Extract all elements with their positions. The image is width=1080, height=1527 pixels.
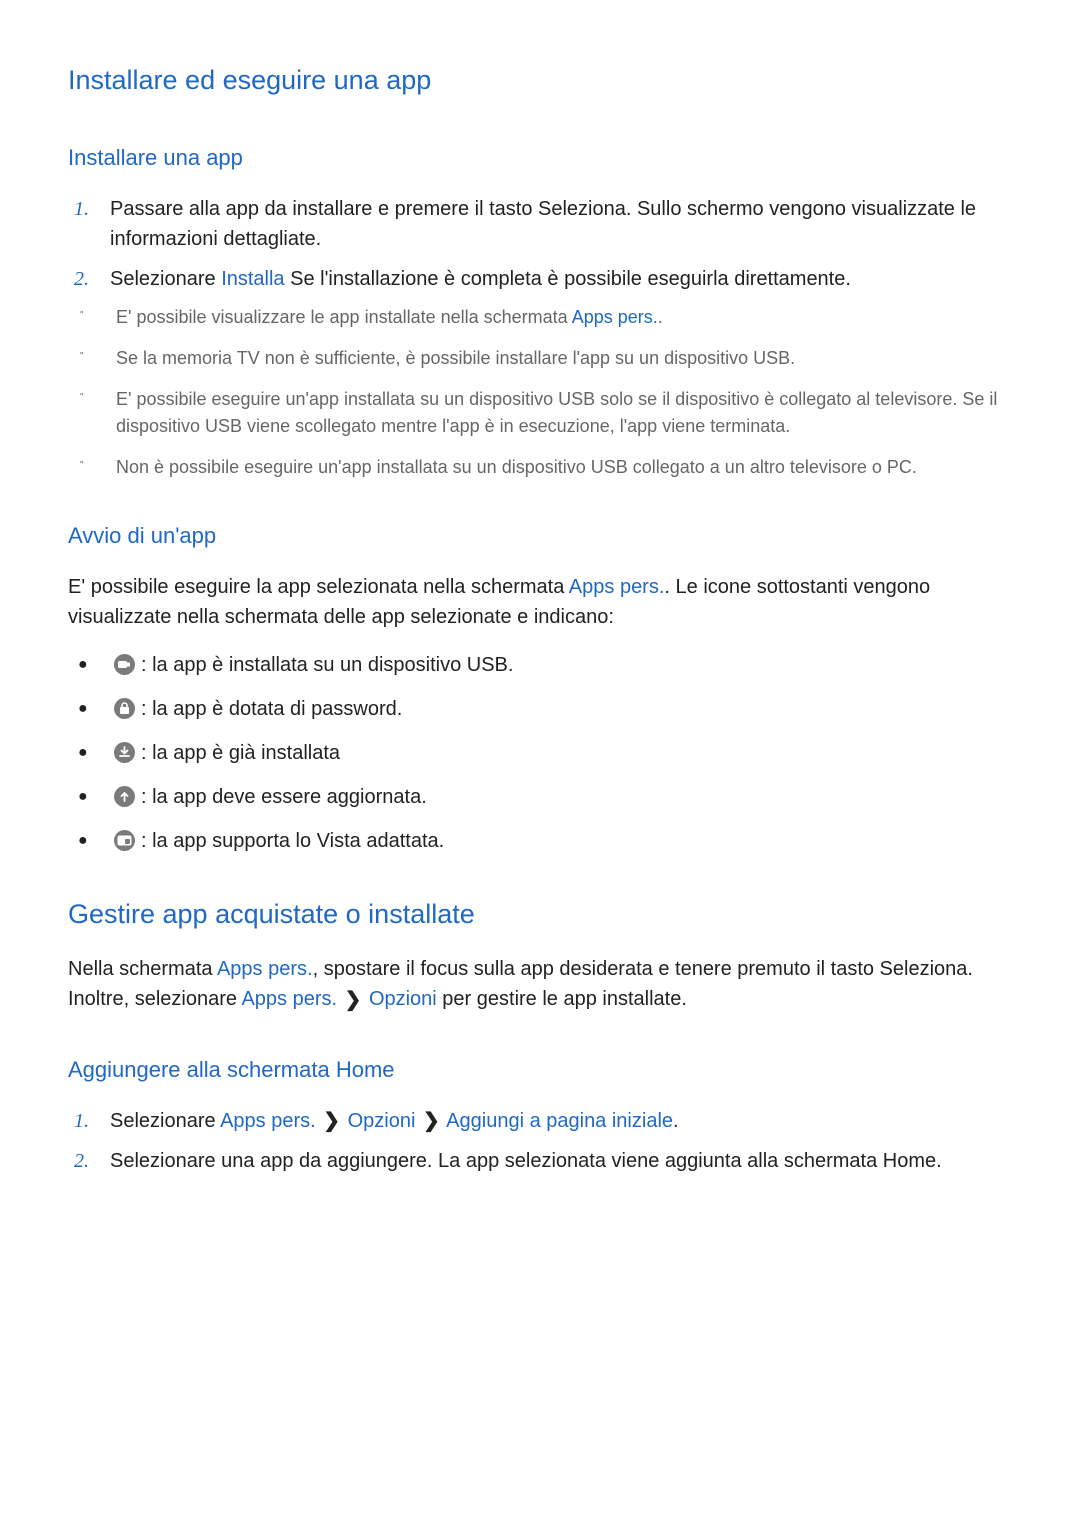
text: .	[673, 1110, 679, 1132]
bullet-icon: ●	[68, 697, 114, 721]
note-text: Se la memoria TV non è sufficiente, è po…	[116, 345, 1012, 372]
list-item: 2. Selezionare Installa Se l'installazio…	[68, 264, 1012, 294]
link-apps-pers: Apps pers.	[569, 576, 665, 598]
text: : la app è già installata	[141, 738, 340, 768]
heading-install-app: Installare una app	[68, 141, 1012, 174]
chevron-right-icon: ❯	[343, 985, 364, 1015]
step-text: Passare alla app da installare e premere…	[110, 194, 1012, 254]
note-item: " Se la memoria TV non è sufficiente, è …	[68, 345, 1012, 372]
legend-text: : la app è installata su un dispositivo …	[114, 650, 513, 680]
list-item: ● : la app è installata su un dispositiv…	[68, 650, 1012, 680]
note-text: Non è possibile eseguire un'app installa…	[116, 454, 1012, 481]
text: E' possibile visualizzare le app install…	[116, 307, 572, 327]
text: : la app deve essere aggiornata.	[141, 782, 427, 812]
text: Nella schermata	[68, 958, 217, 980]
paragraph: E' possibile eseguire la app selezionata…	[68, 572, 1012, 632]
bullet-icon: ●	[68, 785, 114, 809]
note-item: " E' possibile visualizzare le app insta…	[68, 304, 1012, 331]
legend-text: : la app è dotata di password.	[114, 694, 402, 724]
bullet-icon: ●	[68, 829, 114, 853]
list-item: 1. Selezionare Apps pers. ❯ Opzioni ❯ Ag…	[68, 1106, 1012, 1137]
step-text: Selezionare Installa Se l'installazione …	[110, 264, 1012, 294]
step-number: 2.	[68, 264, 110, 294]
link-apps-pers: Apps pers.	[217, 958, 313, 980]
text: : la app supporta lo Vista adattata.	[141, 826, 444, 856]
update-icon	[114, 786, 135, 807]
installed-icon	[114, 742, 135, 763]
link-apps-pers: Apps pers.	[572, 307, 658, 327]
list-item: 1. Passare alla app da installare e prem…	[68, 194, 1012, 254]
install-steps-list: 1. Passare alla app da installare e prem…	[68, 194, 1012, 294]
step-text: Selezionare una app da aggiungere. La ap…	[110, 1146, 1012, 1176]
bullet-icon: ●	[68, 741, 114, 765]
note-text: E' possibile visualizzare le app install…	[116, 304, 1012, 331]
icon-legend-list: ● : la app è installata su un dispositiv…	[68, 650, 1012, 856]
text: Selezionare	[110, 268, 221, 290]
text: Selezionare	[110, 1110, 220, 1132]
list-item: 2. Selezionare una app da aggiungere. La…	[68, 1146, 1012, 1176]
text: .	[658, 307, 663, 327]
text: : la app è installata su un dispositivo …	[141, 650, 513, 680]
text: Se l'installazione è completa è possibil…	[285, 268, 851, 290]
list-item: ● : la app supporta lo Vista adattata.	[68, 826, 1012, 856]
link-apps-pers: Apps pers.	[241, 988, 337, 1010]
heading-manage-apps: Gestire app acquistate o installate	[68, 894, 1012, 935]
link-apps-pers: Apps pers.	[220, 1110, 316, 1132]
legend-text: : la app supporta lo Vista adattata.	[114, 826, 444, 856]
link-installa: Installa	[221, 268, 284, 290]
text: E' possibile eseguire la app selezionata…	[68, 576, 569, 598]
heading-add-home: Aggiungere alla schermata Home	[68, 1053, 1012, 1086]
note-mark-icon: "	[68, 454, 116, 481]
step-number: 1.	[68, 194, 110, 254]
text: : la app è dotata di password.	[141, 694, 402, 724]
step-text: Selezionare Apps pers. ❯ Opzioni ❯ Aggiu…	[110, 1106, 1012, 1137]
link-aggiungi-home: Aggiungi a pagina iniziale	[446, 1110, 673, 1132]
lock-icon	[114, 698, 135, 719]
note-mark-icon: "	[68, 304, 116, 331]
adapted-view-icon	[114, 830, 135, 851]
add-home-steps-list: 1. Selezionare Apps pers. ❯ Opzioni ❯ Ag…	[68, 1106, 1012, 1177]
note-text: E' possibile eseguire un'app installata …	[116, 386, 1012, 440]
step-number: 2.	[68, 1146, 110, 1176]
usb-icon	[114, 654, 135, 675]
note-item: " E' possibile eseguire un'app installat…	[68, 386, 1012, 440]
text: per gestire le app installate.	[437, 988, 687, 1010]
link-opzioni: Opzioni	[348, 1110, 416, 1132]
chevron-right-icon: ❯	[421, 1106, 442, 1136]
legend-text: : la app deve essere aggiornata.	[114, 782, 427, 812]
link-opzioni: Opzioni	[369, 988, 437, 1010]
heading-install-run-app: Installare ed eseguire una app	[68, 60, 1012, 101]
chevron-right-icon: ❯	[321, 1106, 342, 1136]
note-item: " Non è possibile eseguire un'app instal…	[68, 454, 1012, 481]
list-item: ● : la app è già installata	[68, 738, 1012, 768]
bullet-icon: ●	[68, 653, 114, 677]
note-mark-icon: "	[68, 345, 116, 372]
note-mark-icon: "	[68, 386, 116, 440]
list-item: ● : la app deve essere aggiornata.	[68, 782, 1012, 812]
legend-text: : la app è già installata	[114, 738, 340, 768]
list-item: ● : la app è dotata di password.	[68, 694, 1012, 724]
step-number: 1.	[68, 1106, 110, 1137]
heading-launch-app: Avvio di un'app	[68, 519, 1012, 552]
paragraph: Nella schermata Apps pers., spostare il …	[68, 954, 1012, 1015]
